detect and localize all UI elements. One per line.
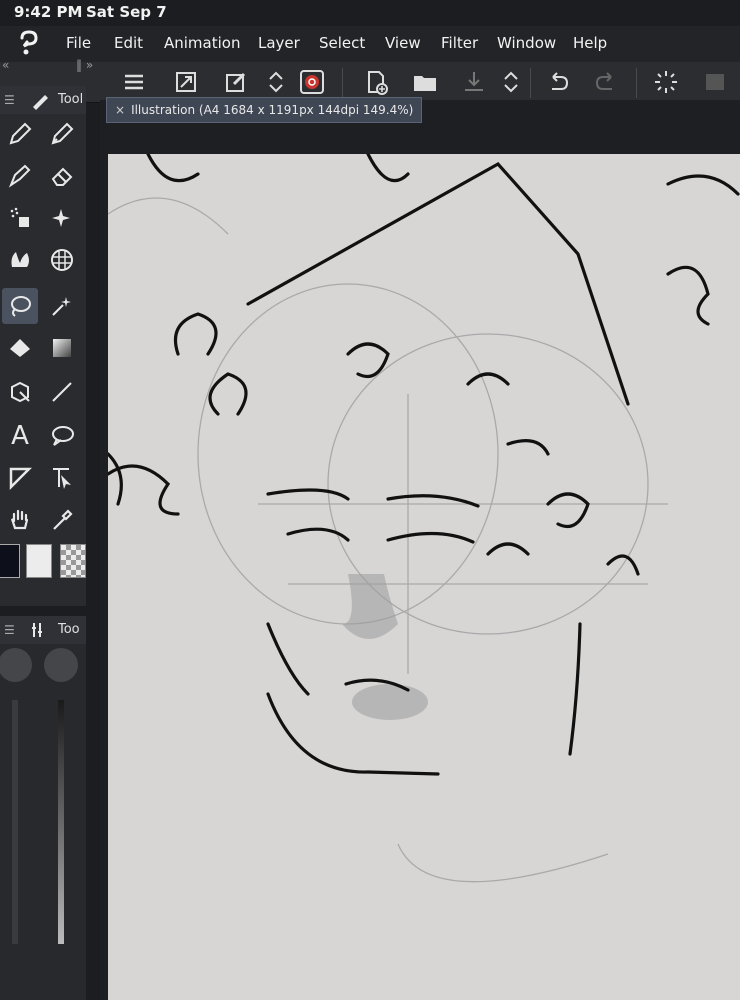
lasso-tool-icon[interactable] [2,288,38,324]
document-tab-label: Illustration (A4 1684 x 1191px 144dpi 14… [131,103,414,117]
transform-icon[interactable] [172,68,200,96]
menu-help[interactable]: Help [573,34,607,52]
panel-menu-icon[interactable]: ☰ [4,93,15,107]
settings-icon[interactable] [702,68,730,96]
magic-wand-tool-icon[interactable] [44,288,80,324]
brush-size-slider[interactable] [12,700,18,944]
close-icon[interactable]: × [115,103,125,117]
sketch-artwork [108,154,740,883]
airbrush-tool-icon[interactable] [2,200,38,236]
main-color-swatch[interactable] [0,544,20,578]
document-tab[interactable]: × Illustration (A4 1684 x 1191px 144dpi 1… [106,97,423,123]
menu-bar: File Edit Animation Layer Select View Fi… [0,26,740,62]
sub-tool-panel-title: Too [58,622,80,637]
hand-tool-icon[interactable] [2,502,38,538]
menu-window[interactable]: Window [497,34,556,52]
menu-select[interactable]: Select [319,34,365,52]
line-tool-icon[interactable] [44,374,80,410]
tool-panel-title: Tool [58,92,84,107]
brush-opacity-dot[interactable] [44,648,78,682]
color-icon[interactable] [298,68,326,96]
app-logo-icon[interactable] [14,28,44,58]
sub-color-swatch[interactable] [26,544,52,578]
transparent-color-swatch[interactable] [60,544,86,578]
save-icon[interactable] [460,68,488,96]
pencil-tool-icon[interactable] [44,116,80,152]
menu-icon[interactable] [120,68,148,96]
redo-icon[interactable] [592,68,620,96]
menu-view[interactable]: View [385,34,421,52]
menu-layer[interactable]: Layer [258,34,300,52]
menu-file[interactable]: File [66,34,91,52]
collapse-left-icon[interactable]: « [2,58,9,72]
decoration-tool-icon[interactable] [44,200,80,236]
eyedropper-tool-icon[interactable] [44,502,80,538]
menu-filter[interactable]: Filter [441,34,478,52]
menu-animation[interactable]: Animation [164,34,240,52]
text-tool-icon[interactable]: A [2,418,38,454]
balloon-tool-icon[interactable] [44,418,80,454]
chevron-updown-icon[interactable] [262,68,290,96]
figure-tool-icon[interactable] [2,374,38,410]
toolbar-divider [530,68,531,98]
pen-icon [30,90,52,114]
new-icon[interactable] [362,68,390,96]
fill-tool-icon[interactable] [2,330,38,366]
grid-tool-icon[interactable] [44,242,80,278]
object-tool-icon[interactable] [44,460,80,496]
status-time: 9:42 PM [14,3,83,21]
panel-menu-icon[interactable]: ☰ [4,623,15,637]
undo-icon[interactable] [544,68,572,96]
collapse-right-icon[interactable]: ‖ » [76,58,93,72]
toolbar-divider [342,68,343,98]
ruler-tool-icon[interactable] [2,460,38,496]
status-bar: 9:42 PM Sat Sep 7 [0,0,740,24]
brush-tool-icon[interactable] [2,158,38,194]
menu-edit[interactable]: Edit [114,34,143,52]
toolbar-divider [636,68,637,98]
sub-tool-icon [30,620,52,644]
chevron-updown-icon[interactable] [497,68,525,96]
pen-tool-icon[interactable] [2,116,38,152]
tool-panel-header: ☰ Tool [0,86,86,114]
edit-icon[interactable] [222,68,250,96]
sub-tool-panel-header: ☰ Too [0,616,86,644]
blend-tool-icon[interactable] [2,242,38,278]
open-icon[interactable] [411,68,439,96]
status-date: Sat Sep 7 [86,3,167,21]
gradient-tool-icon[interactable] [44,330,80,366]
loading-icon[interactable] [652,68,680,96]
opacity-slider[interactable] [58,700,64,944]
drawing-canvas[interactable] [108,154,740,1000]
eraser-tool-icon[interactable] [44,158,80,194]
